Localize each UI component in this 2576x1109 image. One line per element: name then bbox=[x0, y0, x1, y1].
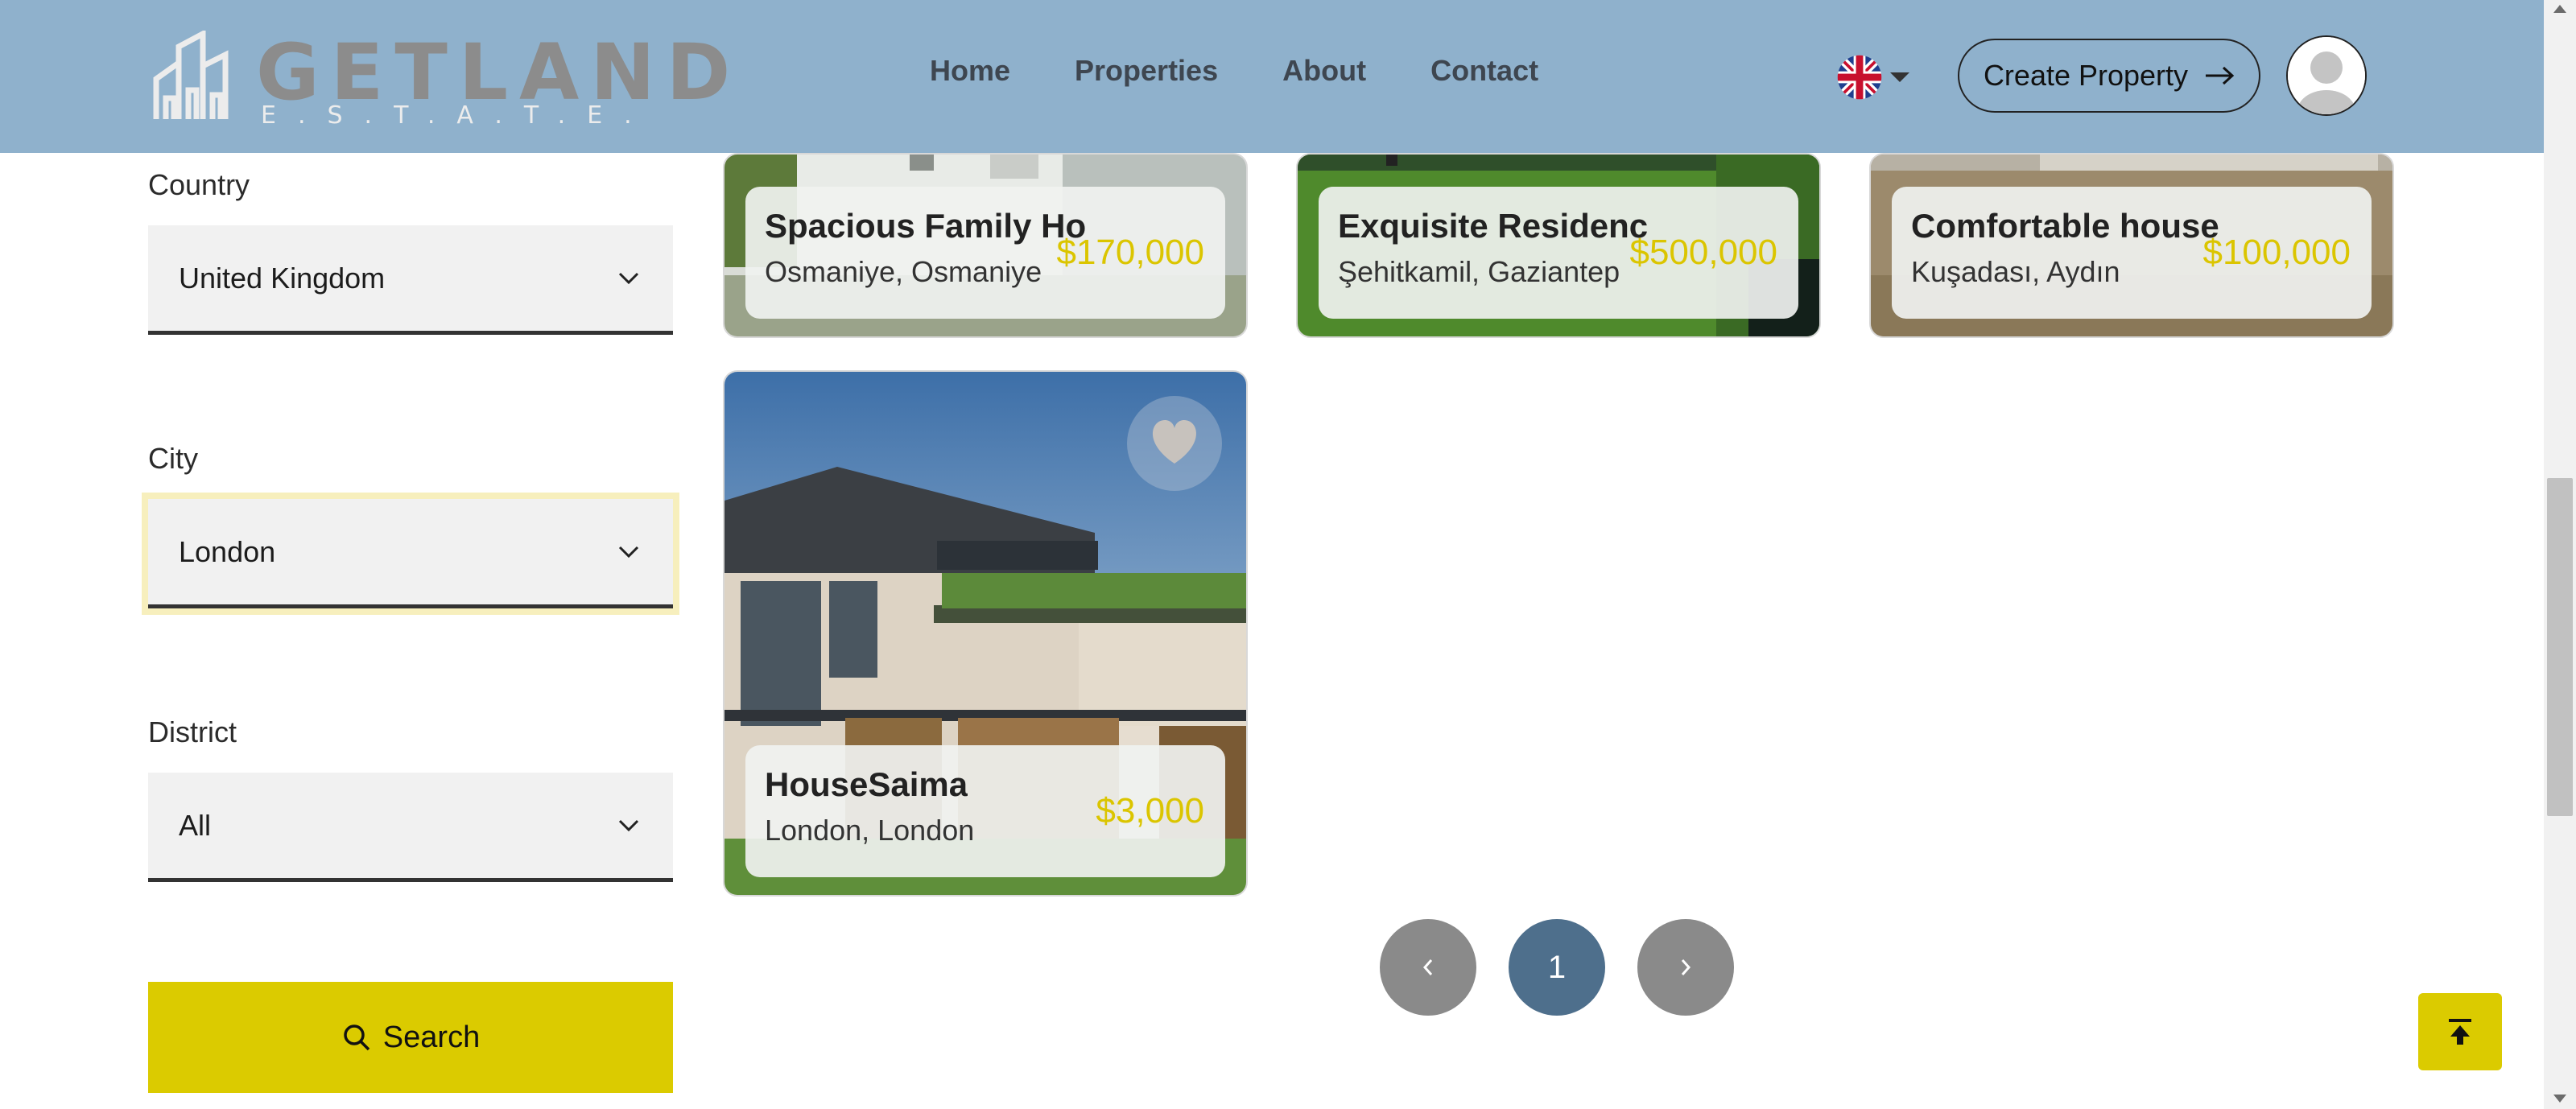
district-value: All bbox=[179, 808, 212, 842]
main-nav: Home Properties About Contact bbox=[930, 52, 1603, 90]
district-select[interactable]: All bbox=[148, 773, 673, 882]
scroll-up-arrow-icon[interactable] bbox=[2553, 5, 2566, 13]
chevron-down-icon bbox=[1890, 72, 1909, 82]
nav-home[interactable]: Home bbox=[930, 52, 1010, 90]
property-card[interactable]: HouseSaima London, London $3,000 bbox=[723, 370, 1248, 897]
chevron-right-icon bbox=[1681, 959, 1691, 975]
property-card[interactable]: Spacious Family Ho Osmaniye, Osmaniye $1… bbox=[723, 153, 1248, 338]
page-scrollbar[interactable] bbox=[2544, 0, 2576, 1109]
listing-title: Exquisite Residenc bbox=[1338, 207, 1649, 245]
chevron-down-icon bbox=[618, 272, 639, 284]
site-header: GETLAND E.S.T.A.T.E. Home Properties Abo… bbox=[0, 0, 2544, 153]
property-card[interactable]: Exquisite Residenc Şehitkamil, Gaziantep… bbox=[1296, 153, 1821, 338]
next-page-button[interactable] bbox=[1637, 919, 1734, 1016]
listing-location: Kuşadası, Aydın bbox=[1911, 255, 2120, 288]
city-value: London bbox=[179, 534, 276, 568]
listing-price: $500,000 bbox=[1629, 233, 1777, 272]
listing-location: Şehitkamil, Gaziantep bbox=[1338, 255, 1620, 288]
country-select[interactable]: United Kingdom bbox=[148, 225, 673, 335]
arrow-right-icon bbox=[2206, 66, 2235, 85]
scroll-down-arrow-icon[interactable] bbox=[2553, 1095, 2566, 1103]
nav-properties[interactable]: Properties bbox=[1075, 52, 1218, 90]
page-number-button[interactable]: 1 bbox=[1509, 919, 1605, 1016]
city-select[interactable]: London bbox=[142, 493, 679, 615]
listing-title: HouseSaima bbox=[765, 765, 968, 803]
uk-flag-icon bbox=[1837, 55, 1882, 100]
search-label: Search bbox=[382, 1020, 481, 1054]
prev-page-button[interactable] bbox=[1380, 919, 1476, 1016]
district-label: District bbox=[148, 715, 237, 748]
listing-location: Osmaniye, Osmaniye bbox=[765, 255, 1042, 288]
user-icon bbox=[2288, 37, 2365, 114]
listing-title: Spacious Family Ho bbox=[765, 207, 1087, 245]
listing-price: $100,000 bbox=[2202, 233, 2351, 272]
favorite-button[interactable] bbox=[1127, 396, 1222, 491]
buildings-logo-icon bbox=[153, 31, 229, 119]
arrow-up-to-line-icon bbox=[2449, 1019, 2471, 1045]
create-property-label: Create Property bbox=[1983, 59, 2189, 92]
search-icon bbox=[344, 1024, 370, 1051]
site-logo[interactable]: GETLAND E.S.T.A.T.E. bbox=[151, 31, 730, 130]
create-property-button[interactable]: Create Property bbox=[1958, 39, 2260, 113]
country-label: Country bbox=[148, 168, 250, 201]
scroll-to-top-button[interactable] bbox=[2418, 993, 2502, 1070]
nav-about[interactable]: About bbox=[1282, 52, 1366, 90]
search-button[interactable]: Search bbox=[148, 982, 673, 1093]
chevron-down-icon bbox=[618, 546, 639, 558]
listing-location: London, London bbox=[765, 814, 975, 847]
nav-contact[interactable]: Contact bbox=[1430, 52, 1538, 90]
logo-wordmark: GETLAND bbox=[256, 27, 742, 117]
user-avatar[interactable] bbox=[2286, 35, 2367, 116]
scroll-thumb[interactable] bbox=[2547, 478, 2573, 816]
heart-icon bbox=[1152, 420, 1197, 464]
listing-price: $3,000 bbox=[1096, 791, 1204, 831]
country-value: United Kingdom bbox=[179, 261, 386, 295]
listing-title: Comfortable house bbox=[1911, 207, 2219, 245]
chevron-left-icon bbox=[1422, 959, 1433, 975]
city-label: City bbox=[148, 442, 198, 475]
property-card[interactable]: Comfortable house Kuşadası, Aydın $100,0… bbox=[1869, 153, 2394, 338]
listing-price: $170,000 bbox=[1056, 233, 1204, 272]
language-selector[interactable] bbox=[1837, 45, 1909, 109]
logo-subtitle: E.S.T.A.T.E. bbox=[261, 101, 654, 130]
chevron-down-icon bbox=[618, 819, 639, 831]
